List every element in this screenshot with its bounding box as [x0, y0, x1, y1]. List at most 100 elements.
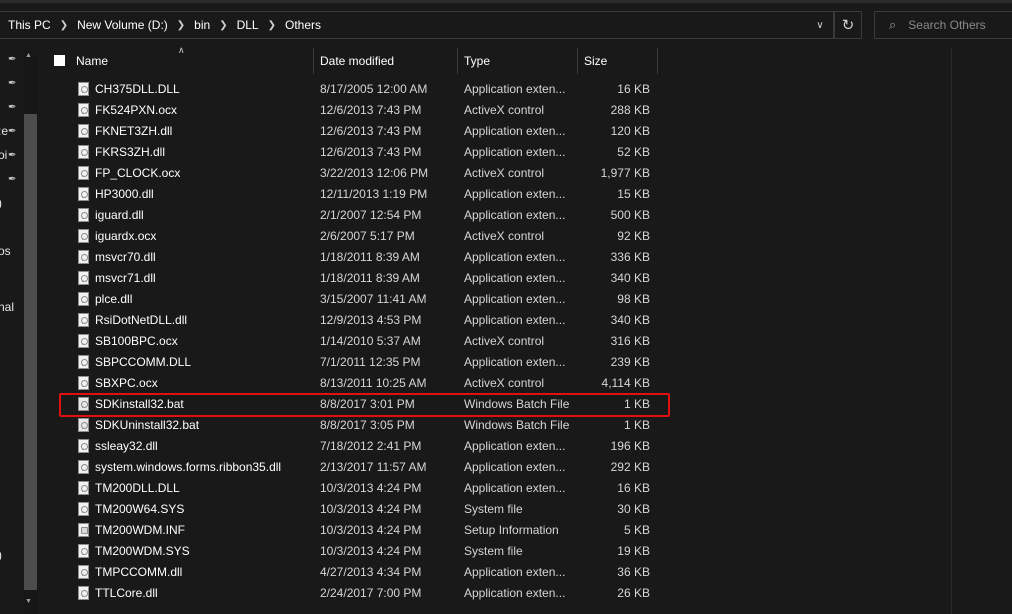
file-row[interactable]: iguardx.ocx 2/6/2007 5:17 PM ActiveX contr…	[44, 226, 684, 247]
column-header-date[interactable]: Date modified	[320, 48, 394, 74]
file-row[interactable]: TM200WDM.INF 10/3/2013 4:24 PM Setup Infor…	[44, 520, 684, 541]
chevron-right-icon[interactable]: ❯	[60, 20, 68, 31]
file-row[interactable]: FKNET3ZH.dll 12/6/2013 7:43 PM Application…	[44, 121, 684, 142]
settings-file-icon	[78, 439, 89, 453]
breadcrumb-dll[interactable]: DLL	[237, 18, 259, 32]
file-size: 5 KB	[623, 523, 650, 537]
refresh-button[interactable]: ↻	[834, 11, 862, 39]
file-type: Application exten...	[464, 187, 566, 201]
chevron-right-icon[interactable]: ❯	[268, 20, 276, 31]
file-name: SBPCCOMM.DLL	[95, 355, 192, 369]
pin-icon: ✒	[8, 150, 17, 161]
chevron-right-icon[interactable]: ❯	[177, 20, 185, 31]
nav-item-fragment[interactable]: )	[0, 196, 2, 210]
file-row[interactable]: RsiDotNetDLL.dll 12/9/2013 4:53 PM Applica…	[44, 310, 684, 331]
file-row[interactable]: iguard.dll 2/1/2007 12:54 PM Application e…	[44, 205, 684, 226]
file-name: TM200WDM.SYS	[95, 544, 190, 558]
file-size: 1,977 KB	[600, 166, 650, 180]
file-name: iguardx.ocx	[95, 229, 157, 243]
file-row[interactable]: msvcr71.dll 1/18/2011 8:39 AM Application …	[44, 268, 684, 289]
file-type: ActiveX control	[464, 334, 545, 348]
column-divider[interactable]	[577, 48, 578, 74]
file-name: SB100BPC.ocx	[95, 334, 178, 348]
search-placeholder: Search Others	[908, 18, 986, 32]
nav-item-fragment[interactable]: os	[0, 244, 11, 258]
file-row[interactable]: SB100BPC.ocx 1/14/2010 5:37 AM ActiveX con…	[44, 331, 684, 352]
file-row[interactable]: FP_CLOCK.ocx 3/22/2013 12:06 PM ActiveX co…	[44, 163, 684, 184]
file-type: System file	[464, 502, 523, 516]
file-name: RsiDotNetDLL.dll	[95, 313, 188, 327]
file-date-modified: 12/9/2013 4:53 PM	[320, 313, 422, 327]
nav-item-fragment[interactable]: )	[0, 548, 2, 562]
column-divider[interactable]	[313, 48, 314, 74]
settings-file-icon	[78, 82, 89, 96]
file-row[interactable]: msvcr70.dll 1/18/2011 8:39 AM Application …	[44, 247, 684, 268]
search-icon: ⌕	[889, 17, 897, 32]
pin-icon: ✒	[8, 126, 17, 137]
file-name: ssleay32.dll	[95, 439, 158, 453]
file-row[interactable]: system.windows.forms.ribbon35.dll 2/13/20…	[44, 457, 684, 478]
file-row[interactable]: FKRS3ZH.dll 12/6/2013 7:43 PM Application …	[44, 142, 684, 163]
column-header-name[interactable]: Name	[76, 48, 108, 74]
column-divider[interactable]	[457, 48, 458, 74]
file-name: FK524PXN.ocx	[95, 103, 178, 117]
file-row[interactable]: TTLCore.dll 2/24/2017 7:00 PM Application …	[44, 583, 684, 604]
column-divider[interactable]	[657, 48, 658, 74]
file-row[interactable]: FK524PXN.ocx 12/6/2013 7:43 PM ActiveX con…	[44, 100, 684, 121]
file-row[interactable]: TM200WDM.SYS 10/3/2013 4:24 PM System file…	[44, 541, 684, 562]
file-type: Application exten...	[464, 271, 566, 285]
file-type: ActiveX control	[464, 229, 545, 243]
file-type: Application exten...	[464, 292, 566, 306]
column-header-type[interactable]: Type	[464, 48, 490, 74]
breadcrumb-others[interactable]: Others	[285, 18, 321, 32]
file-size: 4,114 KB	[601, 376, 650, 390]
settings-file-icon	[78, 208, 89, 222]
file-name: TM200DLL.DLL	[95, 481, 180, 495]
file-row[interactable]: SBXPC.ocx 8/13/2011 10:25 AM ActiveX contr…	[44, 373, 684, 394]
chevron-down-icon[interactable]: ∨	[806, 12, 834, 38]
file-type: System file	[464, 544, 523, 558]
nav-scrollbar-thumb[interactable]	[24, 114, 37, 590]
file-size: 30 KB	[617, 502, 650, 516]
breadcrumb-bin[interactable]: bin	[194, 18, 210, 32]
file-row[interactable]: SBPCCOMM.DLL 7/1/2011 12:35 PM Application…	[44, 352, 684, 373]
file-row[interactable]: plce.dll 3/15/2007 11:41 AM Application ex…	[44, 289, 684, 310]
nav-item-fragment[interactable]: :e	[0, 124, 8, 138]
file-date-modified: 8/13/2011 10:25 AM	[320, 376, 427, 390]
search-box[interactable]: ⌕ Search Others	[874, 11, 1012, 39]
file-row[interactable]: CH375DLL.DLL 8/17/2005 12:00 AM Applicatio…	[44, 79, 684, 100]
file-type: Application exten...	[464, 208, 566, 222]
file-size: 500 KB	[610, 208, 650, 222]
scroll-up-icon[interactable]: ▲	[25, 52, 32, 59]
breadcrumb-new-volume[interactable]: New Volume (D:)	[77, 18, 168, 32]
file-date-modified: 10/3/2013 4:24 PM	[320, 544, 422, 558]
nav-scrollbar[interactable]: ▲ ▼	[23, 50, 38, 614]
file-size: 196 KB	[610, 439, 650, 453]
file-date-modified: 10/3/2013 4:24 PM	[320, 523, 422, 537]
settings-file-icon	[78, 355, 89, 369]
file-list: ∧ Name Date modified Type Size CH375DLL.…	[44, 45, 952, 614]
file-name: system.windows.forms.ribbon35.dll	[95, 460, 282, 474]
select-all-checkbox[interactable]	[54, 55, 65, 66]
file-date-modified: 4/27/2013 4:34 PM	[320, 565, 422, 579]
file-row[interactable]: TMPCCOMM.dll 4/27/2013 4:34 PM Application…	[44, 562, 684, 583]
pin-icon: ✒	[8, 54, 17, 65]
settings-file-icon	[78, 292, 89, 306]
sort-ascending-icon: ∧	[178, 45, 185, 55]
file-row[interactable]: TM200DLL.DLL 10/3/2013 4:24 PM Application…	[44, 478, 684, 499]
file-date-modified: 8/8/2017 3:05 PM	[320, 418, 415, 432]
nav-item-fragment[interactable]: oi	[0, 148, 7, 162]
column-header-size[interactable]: Size	[584, 48, 607, 74]
file-size: 19 KB	[617, 544, 650, 558]
settings-file-icon	[78, 502, 89, 516]
chevron-right-icon[interactable]: ❯	[219, 20, 227, 31]
address-bar[interactable]: This PC ❯ New Volume (D:) ❯ bin ❯ DLL ❯ …	[0, 11, 834, 39]
breadcrumb-this-pc[interactable]: This PC	[8, 18, 51, 32]
nav-item-fragment[interactable]: nal	[0, 300, 14, 314]
file-size: 316 KB	[610, 334, 650, 348]
file-row[interactable]: TM200W64.SYS 10/3/2013 4:24 PM System file…	[44, 499, 684, 520]
file-row[interactable]: ssleay32.dll 7/18/2012 2:41 PM Application…	[44, 436, 684, 457]
file-row[interactable]: SDKUninstall32.bat 8/8/2017 3:05 PM Window…	[44, 415, 684, 436]
scroll-down-icon[interactable]: ▼	[25, 598, 32, 605]
file-row[interactable]: HP3000.dll 12/11/2013 1:19 PM Application …	[44, 184, 684, 205]
